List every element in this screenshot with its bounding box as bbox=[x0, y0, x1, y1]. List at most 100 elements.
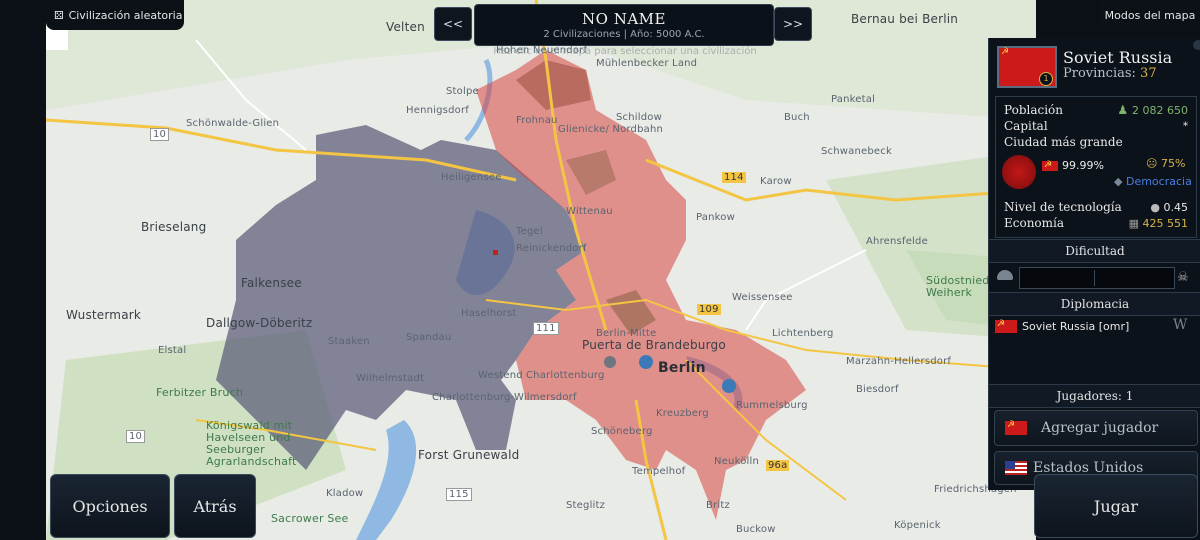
scenario-title: NO NAME bbox=[582, 10, 666, 28]
map-label-britz: Britz bbox=[706, 500, 730, 511]
road-number: 115 bbox=[446, 488, 472, 501]
civ-emblem bbox=[1002, 155, 1036, 189]
map-label-steglitz: Steglitz bbox=[566, 500, 606, 511]
map-modes-button[interactable]: Modos del mapa bbox=[1100, 0, 1200, 30]
tech-value: 0.45 bbox=[1163, 200, 1189, 214]
next-label: >> bbox=[782, 17, 804, 31]
map-label-spandau: Spandau bbox=[406, 332, 452, 343]
map-label-ahrensfelde: Ahrensfelde bbox=[866, 236, 928, 247]
back-button[interactable]: Atrás bbox=[174, 474, 256, 538]
map-label-konigswald: Königswald mit Havelseen und Seeburger A… bbox=[206, 419, 297, 468]
wreath-icon: W bbox=[1173, 317, 1188, 333]
map-canvas[interactable] bbox=[46, 0, 1036, 540]
map-label-kreuzberg: Kreuzberg bbox=[656, 408, 709, 419]
map-label-biesdorf: Biesdorf bbox=[856, 384, 899, 395]
prev-label: << bbox=[442, 17, 464, 31]
road-number: 114 bbox=[722, 172, 746, 183]
map-label-grunewald: Forst Grunewald bbox=[418, 448, 520, 462]
tech-label: Nivel de tecnología bbox=[1004, 200, 1122, 214]
map-label-panketal: Panketal bbox=[831, 94, 876, 105]
map-label-kladow: Kladow bbox=[326, 488, 364, 499]
population-icon: ♟ bbox=[1117, 103, 1129, 117]
road-number: 96a bbox=[766, 460, 790, 471]
world-map[interactable]: Velten Bernau bei Berlin Hohen Neuendorf… bbox=[46, 0, 1036, 540]
happiness-value: 75% bbox=[1160, 157, 1186, 170]
map-label-westend: Westend bbox=[478, 370, 523, 381]
population-label: Población bbox=[1004, 103, 1063, 117]
economy-value: 425 551 bbox=[1142, 216, 1189, 230]
map-label-buckow: Buckow bbox=[736, 524, 776, 535]
factory-icon: ▦ bbox=[1128, 216, 1139, 230]
player-flag-icon bbox=[1005, 420, 1027, 435]
map-label-haselhorst: Haselhorst bbox=[461, 308, 517, 319]
random-civ-button[interactable]: ⚄ Civilización aleatoria bbox=[46, 0, 184, 30]
map-label-dallgow: Dallgow-Döberitz bbox=[206, 316, 313, 330]
map-label-puerta: Puerta de Brandeburgo bbox=[582, 338, 726, 352]
map-label-frohnau: Frohnau bbox=[516, 115, 558, 126]
map-label-brieselang: Briesel­ang bbox=[141, 220, 207, 234]
civ-rank-badge: 1 bbox=[1039, 72, 1053, 86]
map-label-wustermark: Wustermark bbox=[66, 308, 142, 322]
civ-stats-box: Población ♟ 2 082 650 Capital * Ciudad m… bbox=[995, 96, 1197, 238]
add-player-label: Agregar jugador bbox=[1041, 420, 1159, 436]
road-number: 10 bbox=[150, 128, 170, 141]
map-label-schonwalde: Schönwalde-Glien bbox=[186, 118, 280, 129]
difficulty-slider[interactable] bbox=[1019, 267, 1175, 289]
map-label-sacrower: Sacrower See bbox=[271, 512, 349, 525]
happiness-icon: ☹ bbox=[1146, 157, 1158, 170]
usa-flag-icon bbox=[1005, 461, 1027, 475]
add-player-button[interactable]: Agregar jugador bbox=[994, 410, 1198, 446]
map-label-reinickendorf: Reinickendorf bbox=[516, 243, 587, 254]
map-label-stolpe: Stolpe bbox=[446, 86, 479, 97]
map-label-rummelsburg: Rummelsburg bbox=[736, 400, 808, 411]
map-label-berlin: Berlin bbox=[658, 360, 706, 376]
road-number: 111 bbox=[533, 322, 559, 335]
road-number: 10 bbox=[126, 430, 146, 443]
map-label-schwanebeck: Schwanebeck bbox=[821, 146, 892, 157]
largest-city-label: Ciudad más grande bbox=[1004, 135, 1123, 149]
map-label-heiligensee: Heiligensee bbox=[441, 172, 502, 183]
diplomacy-entry[interactable]: Soviet Russia [omr] bbox=[995, 319, 1130, 333]
map-label-velten: Velten bbox=[386, 20, 425, 34]
government-value: Democracia bbox=[1125, 175, 1192, 188]
players-header: Jugadores: 1 bbox=[989, 384, 1200, 408]
options-label: Opciones bbox=[72, 496, 148, 516]
map-label-wilhelmstadt: Wilhelmstadt bbox=[356, 373, 425, 384]
bulb-icon: ● bbox=[1150, 200, 1160, 214]
civ-name: Soviet Russia bbox=[1063, 48, 1173, 67]
map-label-lichtenberg: Lichtenberg bbox=[772, 328, 834, 339]
random-civ-label: Civilización aleatoria bbox=[68, 8, 183, 22]
map-label-tempelhof: Tempelhof bbox=[632, 466, 686, 477]
map-label-staaken: Staaken bbox=[328, 336, 370, 347]
map-label-marzahn: Marzahn-Hellersdorf bbox=[846, 356, 952, 367]
map-hint: Haz clic en el mapa para seleccionar una… bbox=[493, 46, 757, 57]
government-icon: ◆ bbox=[1114, 175, 1123, 188]
scenario-title-box: NO NAME 2 Civilizaciones | Año: 5000 A.C… bbox=[474, 4, 774, 46]
capital-label: Capital bbox=[1004, 119, 1048, 133]
map-label-glienicke: Glienicke/ Nordbahn bbox=[558, 124, 664, 135]
capital-value: * bbox=[1183, 120, 1188, 132]
map-label-wittenau: Wittenau bbox=[566, 206, 613, 217]
dice-icon: ⚄ bbox=[54, 8, 64, 22]
map-label-schoneberg: Schöneberg bbox=[591, 426, 653, 437]
map-label-tegel: Tegel bbox=[516, 226, 543, 237]
road-number: 109 bbox=[697, 304, 721, 315]
close-icon[interactable] bbox=[1193, 40, 1200, 50]
map-label-bernau: Bernau bei Berlin bbox=[851, 12, 959, 26]
map-label-pankow: Pankow bbox=[696, 212, 735, 223]
map-label-muhlenbecker: Mühlenbecker Land bbox=[596, 58, 698, 69]
skull-icon: ☠ bbox=[1177, 270, 1189, 285]
economy-label: Economía bbox=[1004, 216, 1065, 230]
map-label-hennigsdorf: Hennigsdorf bbox=[406, 105, 469, 116]
map-label-ferbitzer: Ferbitzer Bruch bbox=[156, 386, 243, 399]
prev-scenario-button[interactable]: << bbox=[434, 7, 472, 41]
play-button[interactable]: Jugar bbox=[1034, 474, 1198, 538]
options-button[interactable]: Opciones bbox=[50, 474, 170, 538]
map-label-karow: Karow bbox=[760, 176, 792, 187]
provinces-value: 37 bbox=[1140, 66, 1157, 81]
next-scenario-button[interactable]: >> bbox=[774, 7, 812, 41]
diplomacy-entry-label: Soviet Russia [omr] bbox=[1022, 320, 1130, 333]
scenario-subtitle: 2 Civilizaciones | Año: 5000 A.C. bbox=[543, 29, 705, 40]
cloud-icon bbox=[997, 270, 1013, 280]
map-label-neukolln: Neukölln bbox=[714, 456, 760, 467]
